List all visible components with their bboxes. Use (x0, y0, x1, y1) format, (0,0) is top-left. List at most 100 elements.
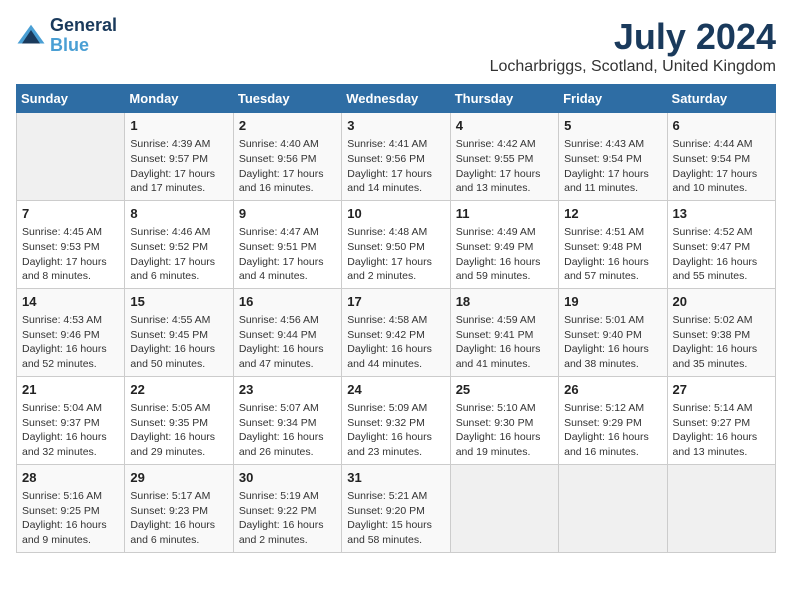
day-number: 23 (239, 381, 336, 399)
day-info: Sunrise: 4:42 AM Sunset: 9:55 PM Dayligh… (456, 137, 553, 196)
day-info: Sunrise: 4:49 AM Sunset: 9:49 PM Dayligh… (456, 225, 553, 284)
day-info: Sunrise: 5:12 AM Sunset: 9:29 PM Dayligh… (564, 401, 661, 460)
title-block: July 2024 Locharbriggs, Scotland, United… (490, 16, 776, 76)
calendar-cell: 29Sunrise: 5:17 AM Sunset: 9:23 PM Dayli… (125, 464, 233, 552)
day-number: 24 (347, 381, 444, 399)
day-number: 18 (456, 293, 553, 311)
calendar-week-row: 1Sunrise: 4:39 AM Sunset: 9:57 PM Daylig… (17, 113, 776, 201)
calendar-cell: 10Sunrise: 4:48 AM Sunset: 9:50 PM Dayli… (342, 200, 450, 288)
calendar-cell (17, 113, 125, 201)
calendar-cell: 24Sunrise: 5:09 AM Sunset: 9:32 PM Dayli… (342, 376, 450, 464)
calendar-cell: 7 Sunrise: 4:45 AM Sunset: 9:53 PM Daylig… (17, 200, 125, 288)
day-info: Sunrise: 4:40 AM Sunset: 9:56 PM Dayligh… (239, 137, 336, 196)
calendar-cell: 1Sunrise: 4:39 AM Sunset: 9:57 PM Daylig… (125, 113, 233, 201)
day-info: Sunrise: 5:05 AM Sunset: 9:35 PM Dayligh… (130, 401, 227, 460)
header-tuesday: Tuesday (233, 85, 341, 113)
day-number: 2 (239, 117, 336, 135)
calendar-cell: 28 Sunrise: 5:16 AM Sunset: 9:25 PM Dayli… (17, 464, 125, 552)
day-info: Sunrise: 4:44 AM Sunset: 9:54 PM Dayligh… (673, 137, 770, 196)
day-number: 13 (673, 205, 770, 223)
day-number: 27 (673, 381, 770, 399)
day-number: 21 (22, 381, 119, 399)
day-number: 16 (239, 293, 336, 311)
day-info: Sunrise: 5:19 AM Sunset: 9:22 PM Dayligh… (239, 489, 336, 548)
day-number: 9 (239, 205, 336, 223)
day-info: Sunrise: 4:59 AM Sunset: 9:41 PM Dayligh… (456, 313, 553, 372)
header-thursday: Thursday (450, 85, 558, 113)
calendar-cell: 8 Sunrise: 4:46 AM Sunset: 9:52 PM Daylig… (125, 200, 233, 288)
calendar-cell: 14 Sunrise: 4:53 AM Sunset: 9:46 PM Dayli… (17, 288, 125, 376)
day-number: 22 (130, 381, 227, 399)
calendar-cell: 3 Sunrise: 4:41 AM Sunset: 9:56 PM Daylig… (342, 113, 450, 201)
calendar-cell: 23 Sunrise: 5:07 AM Sunset: 9:34 PM Dayli… (233, 376, 341, 464)
header-friday: Friday (559, 85, 667, 113)
calendar-cell: 27Sunrise: 5:14 AM Sunset: 9:27 PM Dayli… (667, 376, 775, 464)
calendar-week-row: 21 Sunrise: 5:04 AM Sunset: 9:37 PM Dayli… (17, 376, 776, 464)
day-info: Sunrise: 4:46 AM Sunset: 9:52 PM Dayligh… (130, 225, 227, 284)
day-info: Sunrise: 5:01 AM Sunset: 9:40 PM Dayligh… (564, 313, 661, 372)
day-number: 14 (22, 293, 119, 311)
calendar-cell: 26 Sunrise: 5:12 AM Sunset: 9:29 PM Dayli… (559, 376, 667, 464)
calendar-cell: 31 Sunrise: 5:21 AM Sunset: 9:20 PM Dayli… (342, 464, 450, 552)
day-number: 11 (456, 205, 553, 223)
day-info: Sunrise: 5:21 AM Sunset: 9:20 PM Dayligh… (347, 489, 444, 548)
page-header: General Blue July 2024 Locharbriggs, Sco… (16, 16, 776, 76)
day-number: 25 (456, 381, 553, 399)
day-number: 6 (673, 117, 770, 135)
calendar-cell: 2 Sunrise: 4:40 AM Sunset: 9:56 PM Daylig… (233, 113, 341, 201)
calendar-week-row: 7 Sunrise: 4:45 AM Sunset: 9:53 PM Daylig… (17, 200, 776, 288)
calendar-cell: 12 Sunrise: 4:51 AM Sunset: 9:48 PM Dayli… (559, 200, 667, 288)
day-number: 12 (564, 205, 661, 223)
calendar-cell: 16Sunrise: 4:56 AM Sunset: 9:44 PM Dayli… (233, 288, 341, 376)
calendar-cell (450, 464, 558, 552)
logo: General Blue (16, 16, 117, 56)
calendar-cell: 5 Sunrise: 4:43 AM Sunset: 9:54 PM Daylig… (559, 113, 667, 201)
calendar-week-row: 28 Sunrise: 5:16 AM Sunset: 9:25 PM Dayli… (17, 464, 776, 552)
day-info: Sunrise: 4:39 AM Sunset: 9:57 PM Dayligh… (130, 137, 227, 196)
day-info: Sunrise: 4:53 AM Sunset: 9:46 PM Dayligh… (22, 313, 119, 372)
logo-icon (16, 21, 46, 51)
calendar-cell: 9 Sunrise: 4:47 AM Sunset: 9:51 PM Daylig… (233, 200, 341, 288)
day-number: 5 (564, 117, 661, 135)
calendar-table: SundayMondayTuesdayWednesdayThursdayFrid… (16, 84, 776, 553)
calendar-cell: 21 Sunrise: 5:04 AM Sunset: 9:37 PM Dayli… (17, 376, 125, 464)
day-info: Sunrise: 4:58 AM Sunset: 9:42 PM Dayligh… (347, 313, 444, 372)
day-info: Sunrise: 4:45 AM Sunset: 9:53 PM Dayligh… (22, 225, 119, 284)
calendar-cell: 22 Sunrise: 5:05 AM Sunset: 9:35 PM Dayli… (125, 376, 233, 464)
day-number: 20 (673, 293, 770, 311)
day-info: Sunrise: 4:43 AM Sunset: 9:54 PM Dayligh… (564, 137, 661, 196)
day-number: 26 (564, 381, 661, 399)
calendar-cell: 4Sunrise: 4:42 AM Sunset: 9:55 PM Daylig… (450, 113, 558, 201)
day-info: Sunrise: 4:47 AM Sunset: 9:51 PM Dayligh… (239, 225, 336, 284)
day-number: 7 (22, 205, 119, 223)
day-info: Sunrise: 4:52 AM Sunset: 9:47 PM Dayligh… (673, 225, 770, 284)
month-title: July 2024 (490, 16, 776, 58)
day-number: 31 (347, 469, 444, 487)
calendar-cell: 13 Sunrise: 4:52 AM Sunset: 9:47 PM Dayli… (667, 200, 775, 288)
header-monday: Monday (125, 85, 233, 113)
day-number: 29 (130, 469, 227, 487)
day-info: Sunrise: 4:51 AM Sunset: 9:48 PM Dayligh… (564, 225, 661, 284)
day-number: 3 (347, 117, 444, 135)
day-info: Sunrise: 5:16 AM Sunset: 9:25 PM Dayligh… (22, 489, 119, 548)
day-number: 28 (22, 469, 119, 487)
day-number: 30 (239, 469, 336, 487)
calendar-cell: 6 Sunrise: 4:44 AM Sunset: 9:54 PM Daylig… (667, 113, 775, 201)
day-info: Sunrise: 5:04 AM Sunset: 9:37 PM Dayligh… (22, 401, 119, 460)
header-sunday: Sunday (17, 85, 125, 113)
day-info: Sunrise: 5:02 AM Sunset: 9:38 PM Dayligh… (673, 313, 770, 372)
calendar-cell: 30 Sunrise: 5:19 AM Sunset: 9:22 PM Dayli… (233, 464, 341, 552)
logo-line2: Blue (50, 36, 117, 56)
day-number: 17 (347, 293, 444, 311)
header-saturday: Saturday (667, 85, 775, 113)
day-info: Sunrise: 5:07 AM Sunset: 9:34 PM Dayligh… (239, 401, 336, 460)
calendar-cell: 15 Sunrise: 4:55 AM Sunset: 9:45 PM Dayli… (125, 288, 233, 376)
day-info: Sunrise: 4:55 AM Sunset: 9:45 PM Dayligh… (130, 313, 227, 372)
day-info: Sunrise: 4:41 AM Sunset: 9:56 PM Dayligh… (347, 137, 444, 196)
calendar-cell: 19Sunrise: 5:01 AM Sunset: 9:40 PM Dayli… (559, 288, 667, 376)
calendar-cell: 25 Sunrise: 5:10 AM Sunset: 9:30 PM Dayli… (450, 376, 558, 464)
calendar-header-row: SundayMondayTuesdayWednesdayThursdayFrid… (17, 85, 776, 113)
day-number: 8 (130, 205, 227, 223)
day-info: Sunrise: 5:10 AM Sunset: 9:30 PM Dayligh… (456, 401, 553, 460)
day-number: 15 (130, 293, 227, 311)
